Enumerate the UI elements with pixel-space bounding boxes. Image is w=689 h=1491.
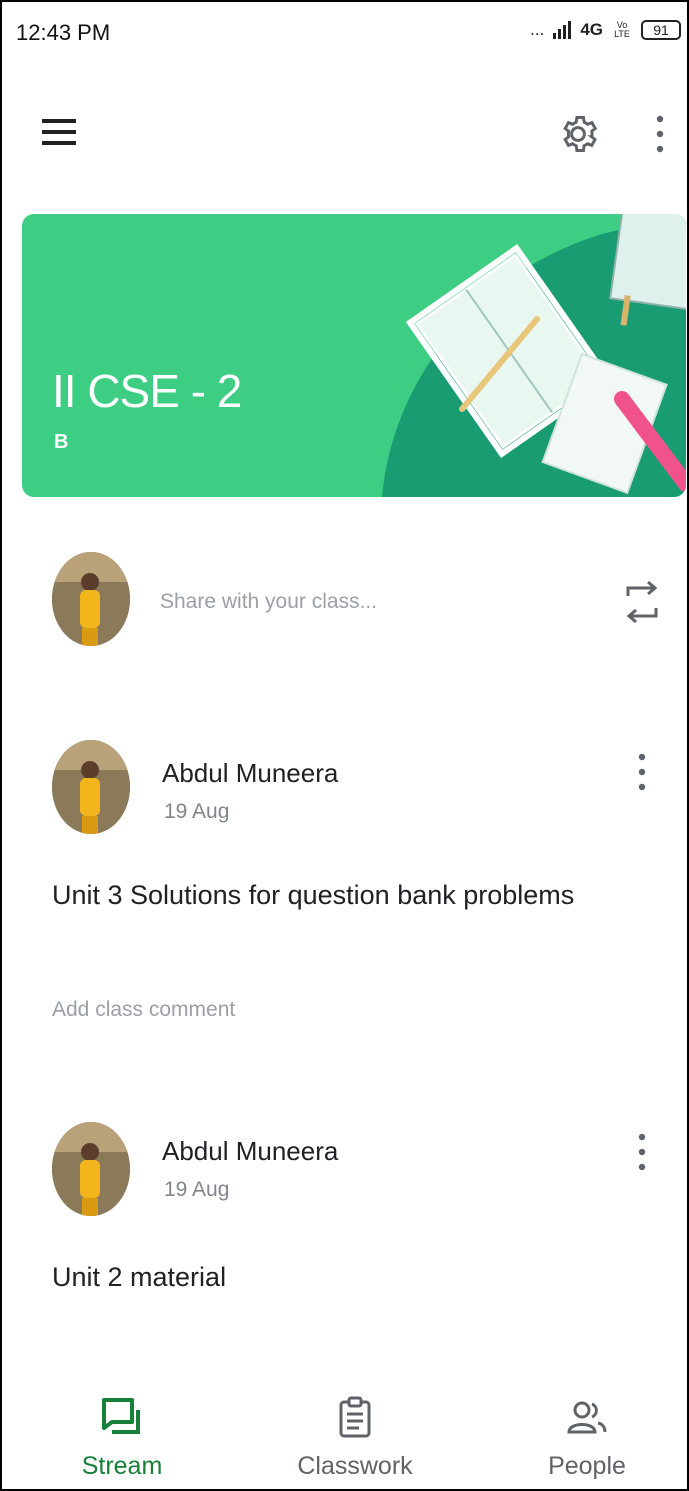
stream-icon bbox=[102, 1398, 140, 1434]
stream-post[interactable]: Abdul Muneera 19 Aug Unit 3 Solutions fo… bbox=[2, 740, 687, 1040]
post-more-button[interactable] bbox=[622, 744, 662, 800]
class-banner[interactable]: II CSE - 2 B bbox=[22, 214, 686, 497]
banner-illustration bbox=[382, 214, 686, 497]
avatar bbox=[52, 1122, 130, 1216]
repost-icon bbox=[626, 580, 658, 624]
status-bar: 12:43 PM ... 4G Vo LTE 91 bbox=[2, 2, 687, 66]
post-date: 19 Aug bbox=[164, 800, 230, 823]
more-vert-icon bbox=[638, 1133, 646, 1171]
network-type: 4G bbox=[580, 20, 603, 39]
more-vert-icon bbox=[656, 115, 664, 153]
post-more-button[interactable] bbox=[622, 1124, 662, 1180]
avatar-photo bbox=[52, 552, 130, 646]
status-time: 12:43 PM bbox=[16, 20, 111, 45]
signal-bars-icon bbox=[553, 21, 572, 39]
avatar bbox=[52, 552, 130, 646]
nav-stream[interactable]: Stream bbox=[22, 1382, 222, 1489]
post-body: Unit 2 material bbox=[52, 1262, 227, 1292]
battery-indicator: 91 bbox=[641, 20, 681, 40]
people-icon bbox=[567, 1401, 607, 1434]
post-body: Unit 3 Solutions for question bank probl… bbox=[52, 880, 575, 910]
nav-label: Classwork bbox=[297, 1452, 413, 1480]
avatar-photo bbox=[52, 740, 130, 834]
signal-dots: ... bbox=[530, 20, 545, 39]
app-screen: 12:43 PM ... 4G Vo LTE 91 II CSE - 2 B S… bbox=[0, 0, 689, 1491]
repost-button[interactable] bbox=[614, 574, 670, 630]
share-with-class[interactable]: Share with your class... bbox=[2, 552, 687, 652]
volte-indicator: Vo LTE bbox=[614, 20, 630, 39]
app-bar bbox=[2, 92, 687, 172]
settings-button[interactable] bbox=[548, 104, 608, 164]
add-class-comment[interactable]: Add class comment bbox=[52, 998, 235, 1022]
nav-label: Stream bbox=[81, 1452, 163, 1480]
hamburger-menu-icon bbox=[42, 119, 76, 145]
post-date: 19 Aug bbox=[164, 1178, 230, 1201]
more-options-button[interactable] bbox=[638, 104, 682, 164]
status-indicators: ... 4G Vo LTE 91 bbox=[530, 20, 681, 40]
share-input[interactable]: Share with your class... bbox=[160, 590, 377, 614]
bottom-navigation: Stream Classwork People bbox=[2, 1382, 687, 1489]
avatar-photo bbox=[52, 1122, 130, 1216]
gear-icon bbox=[563, 116, 598, 152]
clipboard-icon bbox=[339, 1396, 371, 1438]
avatar bbox=[52, 740, 130, 834]
menu-button[interactable] bbox=[32, 104, 88, 160]
stream-post[interactable]: Abdul Muneera 19 Aug Unit 2 material bbox=[2, 1122, 687, 1302]
nav-label: People bbox=[548, 1452, 626, 1480]
post-author: Abdul Muneera bbox=[162, 1136, 339, 1166]
post-author: Abdul Muneera bbox=[162, 758, 339, 788]
nav-classwork[interactable]: Classwork bbox=[255, 1382, 455, 1489]
class-title: II CSE - 2 bbox=[52, 365, 242, 417]
class-section: B bbox=[54, 431, 69, 453]
nav-people[interactable]: People bbox=[487, 1382, 687, 1489]
more-vert-icon bbox=[638, 753, 646, 791]
